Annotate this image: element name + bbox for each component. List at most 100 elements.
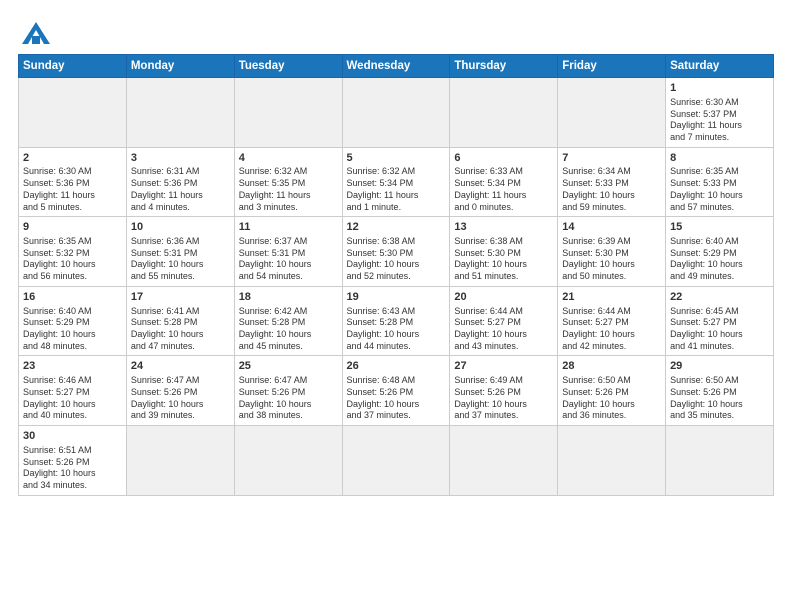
day-number: 2 (23, 151, 122, 166)
calendar-week-5: 30Sunrise: 6:51 AM Sunset: 5:26 PM Dayli… (19, 425, 774, 495)
day-header-monday: Monday (126, 55, 234, 78)
cell-content: Sunrise: 6:40 AM Sunset: 5:29 PM Dayligh… (23, 306, 122, 353)
day-number: 25 (239, 359, 338, 374)
cell-content: Sunrise: 6:44 AM Sunset: 5:27 PM Dayligh… (454, 306, 553, 353)
calendar-cell: 23Sunrise: 6:46 AM Sunset: 5:27 PM Dayli… (19, 356, 127, 426)
cell-content: Sunrise: 6:41 AM Sunset: 5:28 PM Dayligh… (131, 306, 230, 353)
day-number: 14 (562, 220, 661, 235)
day-number: 1 (670, 81, 769, 96)
calendar-cell: 28Sunrise: 6:50 AM Sunset: 5:26 PM Dayli… (558, 356, 666, 426)
day-number: 18 (239, 290, 338, 305)
cell-content: Sunrise: 6:33 AM Sunset: 5:34 PM Dayligh… (454, 166, 553, 213)
calendar-cell: 8Sunrise: 6:35 AM Sunset: 5:33 PM Daylig… (666, 147, 774, 217)
cell-content: Sunrise: 6:31 AM Sunset: 5:36 PM Dayligh… (131, 166, 230, 213)
calendar-cell: 13Sunrise: 6:38 AM Sunset: 5:30 PM Dayli… (450, 217, 558, 287)
calendar-cell: 24Sunrise: 6:47 AM Sunset: 5:26 PM Dayli… (126, 356, 234, 426)
calendar-cell (558, 78, 666, 148)
calendar-cell: 3Sunrise: 6:31 AM Sunset: 5:36 PM Daylig… (126, 147, 234, 217)
day-number: 30 (23, 429, 122, 444)
day-header-friday: Friday (558, 55, 666, 78)
cell-content: Sunrise: 6:35 AM Sunset: 5:33 PM Dayligh… (670, 166, 769, 213)
calendar-cell: 22Sunrise: 6:45 AM Sunset: 5:27 PM Dayli… (666, 286, 774, 356)
calendar-cell: 4Sunrise: 6:32 AM Sunset: 5:35 PM Daylig… (234, 147, 342, 217)
calendar-cell (126, 78, 234, 148)
calendar-cell (342, 425, 450, 495)
day-number: 13 (454, 220, 553, 235)
calendar-cell (234, 425, 342, 495)
cell-content: Sunrise: 6:40 AM Sunset: 5:29 PM Dayligh… (670, 236, 769, 283)
calendar-cell (666, 425, 774, 495)
calendar-cell: 30Sunrise: 6:51 AM Sunset: 5:26 PM Dayli… (19, 425, 127, 495)
calendar-cell: 14Sunrise: 6:39 AM Sunset: 5:30 PM Dayli… (558, 217, 666, 287)
calendar-cell (342, 78, 450, 148)
cell-content: Sunrise: 6:36 AM Sunset: 5:31 PM Dayligh… (131, 236, 230, 283)
cell-content: Sunrise: 6:39 AM Sunset: 5:30 PM Dayligh… (562, 236, 661, 283)
day-number: 16 (23, 290, 122, 305)
cell-content: Sunrise: 6:43 AM Sunset: 5:28 PM Dayligh… (347, 306, 446, 353)
calendar-cell: 12Sunrise: 6:38 AM Sunset: 5:30 PM Dayli… (342, 217, 450, 287)
day-number: 12 (347, 220, 446, 235)
calendar-week-4: 23Sunrise: 6:46 AM Sunset: 5:27 PM Dayli… (19, 356, 774, 426)
day-number: 17 (131, 290, 230, 305)
day-number: 19 (347, 290, 446, 305)
cell-content: Sunrise: 6:38 AM Sunset: 5:30 PM Dayligh… (347, 236, 446, 283)
logo (18, 22, 50, 44)
calendar-header-row: SundayMondayTuesdayWednesdayThursdayFrid… (19, 55, 774, 78)
logo-icon (22, 22, 50, 44)
day-number: 10 (131, 220, 230, 235)
day-number: 6 (454, 151, 553, 166)
day-number: 26 (347, 359, 446, 374)
calendar-cell (450, 425, 558, 495)
calendar-cell: 2Sunrise: 6:30 AM Sunset: 5:36 PM Daylig… (19, 147, 127, 217)
calendar-cell: 6Sunrise: 6:33 AM Sunset: 5:34 PM Daylig… (450, 147, 558, 217)
calendar-cell: 21Sunrise: 6:44 AM Sunset: 5:27 PM Dayli… (558, 286, 666, 356)
day-number: 29 (670, 359, 769, 374)
day-number: 24 (131, 359, 230, 374)
cell-content: Sunrise: 6:47 AM Sunset: 5:26 PM Dayligh… (131, 375, 230, 422)
cell-content: Sunrise: 6:49 AM Sunset: 5:26 PM Dayligh… (454, 375, 553, 422)
calendar-cell: 26Sunrise: 6:48 AM Sunset: 5:26 PM Dayli… (342, 356, 450, 426)
cell-content: Sunrise: 6:38 AM Sunset: 5:30 PM Dayligh… (454, 236, 553, 283)
day-number: 21 (562, 290, 661, 305)
cell-content: Sunrise: 6:32 AM Sunset: 5:35 PM Dayligh… (239, 166, 338, 213)
cell-content: Sunrise: 6:32 AM Sunset: 5:34 PM Dayligh… (347, 166, 446, 213)
day-number: 4 (239, 151, 338, 166)
calendar-cell: 25Sunrise: 6:47 AM Sunset: 5:26 PM Dayli… (234, 356, 342, 426)
cell-content: Sunrise: 6:45 AM Sunset: 5:27 PM Dayligh… (670, 306, 769, 353)
day-number: 5 (347, 151, 446, 166)
calendar-cell (234, 78, 342, 148)
day-header-wednesday: Wednesday (342, 55, 450, 78)
calendar-week-3: 16Sunrise: 6:40 AM Sunset: 5:29 PM Dayli… (19, 286, 774, 356)
day-number: 22 (670, 290, 769, 305)
day-number: 7 (562, 151, 661, 166)
calendar-cell (126, 425, 234, 495)
day-number: 11 (239, 220, 338, 235)
calendar: SundayMondayTuesdayWednesdayThursdayFrid… (18, 54, 774, 496)
page: SundayMondayTuesdayWednesdayThursdayFrid… (0, 0, 792, 612)
cell-content: Sunrise: 6:42 AM Sunset: 5:28 PM Dayligh… (239, 306, 338, 353)
calendar-cell: 27Sunrise: 6:49 AM Sunset: 5:26 PM Dayli… (450, 356, 558, 426)
cell-content: Sunrise: 6:51 AM Sunset: 5:26 PM Dayligh… (23, 445, 122, 492)
cell-content: Sunrise: 6:44 AM Sunset: 5:27 PM Dayligh… (562, 306, 661, 353)
day-number: 28 (562, 359, 661, 374)
day-number: 23 (23, 359, 122, 374)
day-header-tuesday: Tuesday (234, 55, 342, 78)
calendar-cell (19, 78, 127, 148)
calendar-cell: 10Sunrise: 6:36 AM Sunset: 5:31 PM Dayli… (126, 217, 234, 287)
calendar-cell: 5Sunrise: 6:32 AM Sunset: 5:34 PM Daylig… (342, 147, 450, 217)
calendar-cell: 11Sunrise: 6:37 AM Sunset: 5:31 PM Dayli… (234, 217, 342, 287)
calendar-cell: 9Sunrise: 6:35 AM Sunset: 5:32 PM Daylig… (19, 217, 127, 287)
day-number: 3 (131, 151, 230, 166)
calendar-cell: 29Sunrise: 6:50 AM Sunset: 5:26 PM Dayli… (666, 356, 774, 426)
day-header-saturday: Saturday (666, 55, 774, 78)
calendar-week-0: 1Sunrise: 6:30 AM Sunset: 5:37 PM Daylig… (19, 78, 774, 148)
calendar-cell (558, 425, 666, 495)
cell-content: Sunrise: 6:34 AM Sunset: 5:33 PM Dayligh… (562, 166, 661, 213)
day-number: 8 (670, 151, 769, 166)
day-header-sunday: Sunday (19, 55, 127, 78)
calendar-cell: 15Sunrise: 6:40 AM Sunset: 5:29 PM Dayli… (666, 217, 774, 287)
calendar-cell: 19Sunrise: 6:43 AM Sunset: 5:28 PM Dayli… (342, 286, 450, 356)
calendar-cell (450, 78, 558, 148)
cell-content: Sunrise: 6:48 AM Sunset: 5:26 PM Dayligh… (347, 375, 446, 422)
day-number: 9 (23, 220, 122, 235)
